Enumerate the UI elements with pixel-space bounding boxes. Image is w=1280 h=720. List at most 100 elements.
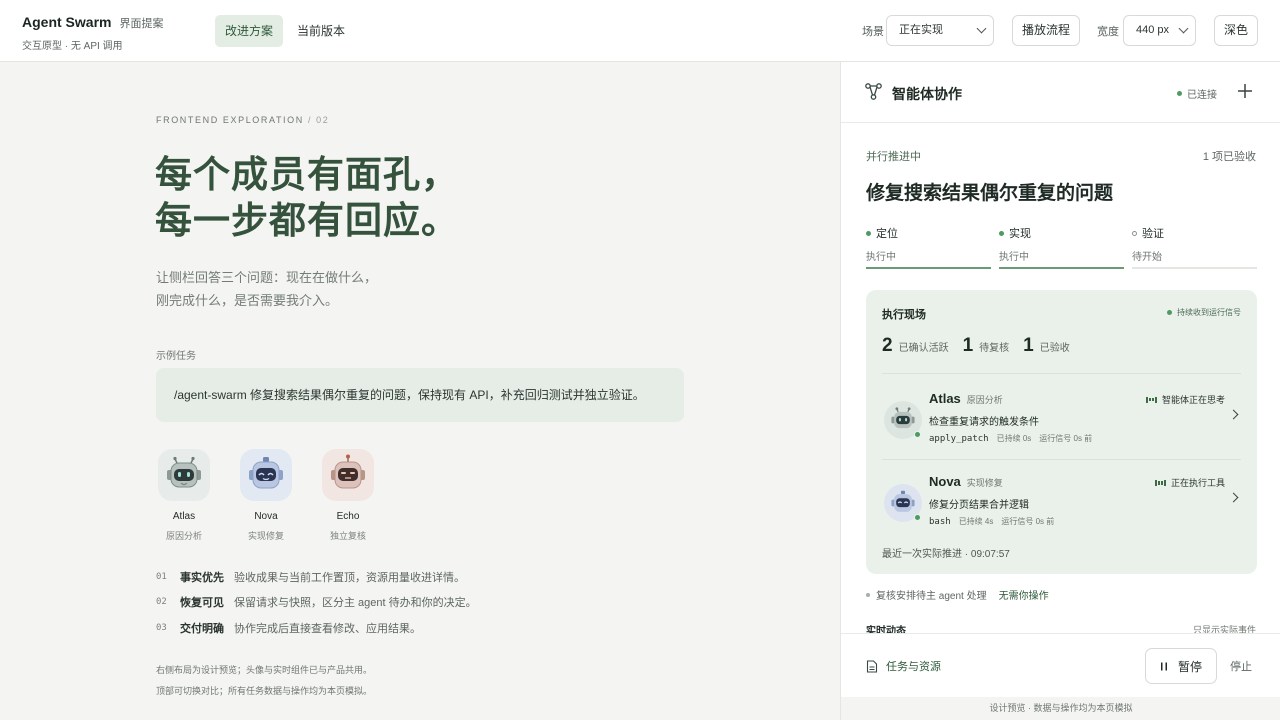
agent-row-nova[interactable]: Nova 实现修复 正在执行工具 修复分页结果合并逻辑 bash 已持续 4s 运… xyxy=(882,470,1241,546)
step-dot xyxy=(999,230,1004,236)
feature-title: 恢复可见 xyxy=(180,597,224,610)
agent-role: 独立复核 xyxy=(329,531,366,541)
metric-pending: 1 待复核 xyxy=(963,335,1010,357)
step-name: 定位 xyxy=(876,228,898,240)
robot-nova-icon xyxy=(240,449,292,501)
live-title: 执行现场 xyxy=(882,309,926,321)
robot-atlas-icon xyxy=(884,401,922,439)
metric-accepted: 1 已验收 xyxy=(1023,335,1070,357)
agent-name-text: Atlas xyxy=(929,391,961,406)
agent-name: Nova xyxy=(254,511,278,522)
app-tag: 界面提案 xyxy=(119,18,164,30)
stop-button[interactable]: 停止 xyxy=(1230,658,1252,674)
accepted-count: 1 项已验收 xyxy=(1202,151,1256,163)
metric-active: 2 已确认活跃 xyxy=(882,335,949,357)
tab-current[interactable]: 当前版本 xyxy=(287,15,355,47)
hero-line-1: 每个成员有面孔， xyxy=(155,154,459,195)
app-subtitle: 交互原型 · 无 API 调用 xyxy=(22,41,123,52)
pause-button[interactable]: 暂停 xyxy=(1145,648,1217,684)
tab-improved[interactable]: 改进方案 xyxy=(215,15,284,47)
hero-heading: 每个成员有面孔， 每一步都有回应。 xyxy=(155,152,459,244)
resources-link[interactable]: 任务与资源 xyxy=(866,658,941,674)
lead-text: 让侧栏回答三个问题：现在在做什么， 刚完成什么，是否需要我介入。 xyxy=(156,266,377,312)
step-state: 待开始 xyxy=(1132,252,1162,263)
width-value: 440 px xyxy=(1136,24,1170,36)
agent-role: 实现修复 xyxy=(247,531,284,541)
lead-line-1: 让侧栏回答三个问题：现在在做什么， xyxy=(156,270,378,285)
footnote: 右侧布局为设计预览；头像与实时组件已与产品共用。 xyxy=(156,665,373,675)
agent-card-nova: Nova 实现修复 xyxy=(240,449,292,542)
chevron-right-icon xyxy=(1228,409,1239,420)
tool-name: apply_patch xyxy=(929,434,989,444)
note-dot xyxy=(866,592,870,597)
duration: 已持续 4s xyxy=(958,517,994,526)
step-locate[interactable]: 定位 执行中 xyxy=(866,225,991,269)
step-implement[interactable]: 实现 执行中 xyxy=(999,225,1124,269)
review-note: 复核安排待主 agent 处理 无需你操作 xyxy=(866,587,1049,602)
chevron-down-icon xyxy=(1178,23,1189,34)
feature-number: 03 xyxy=(156,622,167,633)
metric-value: 2 xyxy=(882,335,893,356)
agent-state-label: 正在执行工具 xyxy=(1170,478,1225,488)
robot-echo-icon xyxy=(322,449,374,501)
metric-label: 待复核 xyxy=(979,343,1010,354)
duration: 已持续 0s xyxy=(996,434,1032,443)
status-dot xyxy=(1177,91,1182,96)
chevron-right-icon xyxy=(1228,492,1239,503)
feature-title: 交付明确 xyxy=(180,622,224,635)
connection-status: 已连接 xyxy=(1177,86,1217,101)
add-icon[interactable] xyxy=(1235,81,1255,101)
step-dot xyxy=(866,230,871,236)
agent-state: 正在执行工具 xyxy=(1155,476,1225,489)
footnotes: 右侧布局为设计预览；头像与实时组件已与产品共用。 顶部可切换对比；所有任务数据与… xyxy=(156,660,372,702)
agent-task: 修复分页结果合并逻辑 xyxy=(929,500,1029,511)
agent-role: 原因分析 xyxy=(165,531,202,541)
pause-label: 暂停 xyxy=(1177,659,1202,674)
divider xyxy=(882,459,1241,460)
document-icon xyxy=(866,659,878,673)
connection-label: 已连接 xyxy=(1187,90,1217,101)
agent-name: Atlas 原因分析 xyxy=(929,391,1003,406)
feature-desc: 验收成果与当前工作置顶，资源用量收进详情。 xyxy=(234,571,465,584)
robot-nova-icon xyxy=(884,484,922,522)
activity-bars-icon xyxy=(1155,479,1166,486)
brand: Agent Swarm 界面提案 交互原型 · 无 API 调用 xyxy=(22,14,163,52)
step-verify[interactable]: 验证 待开始 xyxy=(1132,225,1257,269)
scene-select[interactable]: 正在实现 xyxy=(886,15,994,46)
divider xyxy=(882,373,1241,374)
agent-row-atlas[interactable]: Atlas 原因分析 智能体正在思考 检查重复请求的触发条件 apply_patc… xyxy=(882,387,1241,463)
robot-atlas-icon xyxy=(158,449,210,501)
agent-meta: bash 已持续 4s 运行信号 0s 前 xyxy=(929,516,1054,527)
dark-mode-button[interactable]: 深色 xyxy=(1214,15,1259,46)
width-select[interactable]: 440 px xyxy=(1123,15,1196,46)
scene-label: 场景 xyxy=(862,26,884,38)
feature-item: 02 恢复可见 保留请求与快照，区分主 agent 待办和你的决定。 xyxy=(156,590,477,616)
step-name: 验证 xyxy=(1142,228,1164,240)
step-state: 执行中 xyxy=(866,252,896,263)
phase-steps: 定位 执行中 实现 执行中 验证 待开始 xyxy=(866,225,1257,269)
agent-role: 实现修复 xyxy=(966,478,1003,488)
hero-line-2: 每一步都有回应。 xyxy=(155,200,459,241)
feature-number: 01 xyxy=(156,571,167,582)
eyebrow-text: FRONTEND EXPLORATION xyxy=(156,115,304,125)
tool-name: bash xyxy=(929,517,951,527)
resources-label: 任务与资源 xyxy=(886,661,941,673)
play-flow-button[interactable]: 播放流程 xyxy=(1012,15,1081,46)
step-state: 执行中 xyxy=(999,252,1029,263)
example-label: 示例任务 xyxy=(156,351,196,362)
agent-name: Echo xyxy=(336,511,360,522)
width-label: 宽度 xyxy=(1097,26,1119,38)
metric-label: 已验收 xyxy=(1039,343,1070,354)
lead-line-2: 刚完成什么，是否需要我介入。 xyxy=(156,293,339,308)
last-signal: 运行信号 0s 前 xyxy=(1001,517,1055,526)
eyebrow: FRONTEND EXPLORATION / 02 xyxy=(156,115,329,125)
signal-label: 持续收到运行信号 xyxy=(1177,308,1241,317)
design-credit: 设计预览 · 数据与操作均为本页模拟 xyxy=(841,697,1280,720)
agent-state-label: 智能体正在思考 xyxy=(1161,395,1225,405)
agent-state: 智能体正在思考 xyxy=(1146,393,1225,406)
example-command: /agent-swarm 修复搜索结果偶尔重复的问题，保持现有 API，补充回归… xyxy=(156,368,684,422)
agent-name-text: Nova xyxy=(929,474,961,489)
eyebrow-number: / 02 xyxy=(307,115,330,125)
online-indicator xyxy=(914,514,921,521)
task-status: 并行推进中 xyxy=(866,151,921,163)
